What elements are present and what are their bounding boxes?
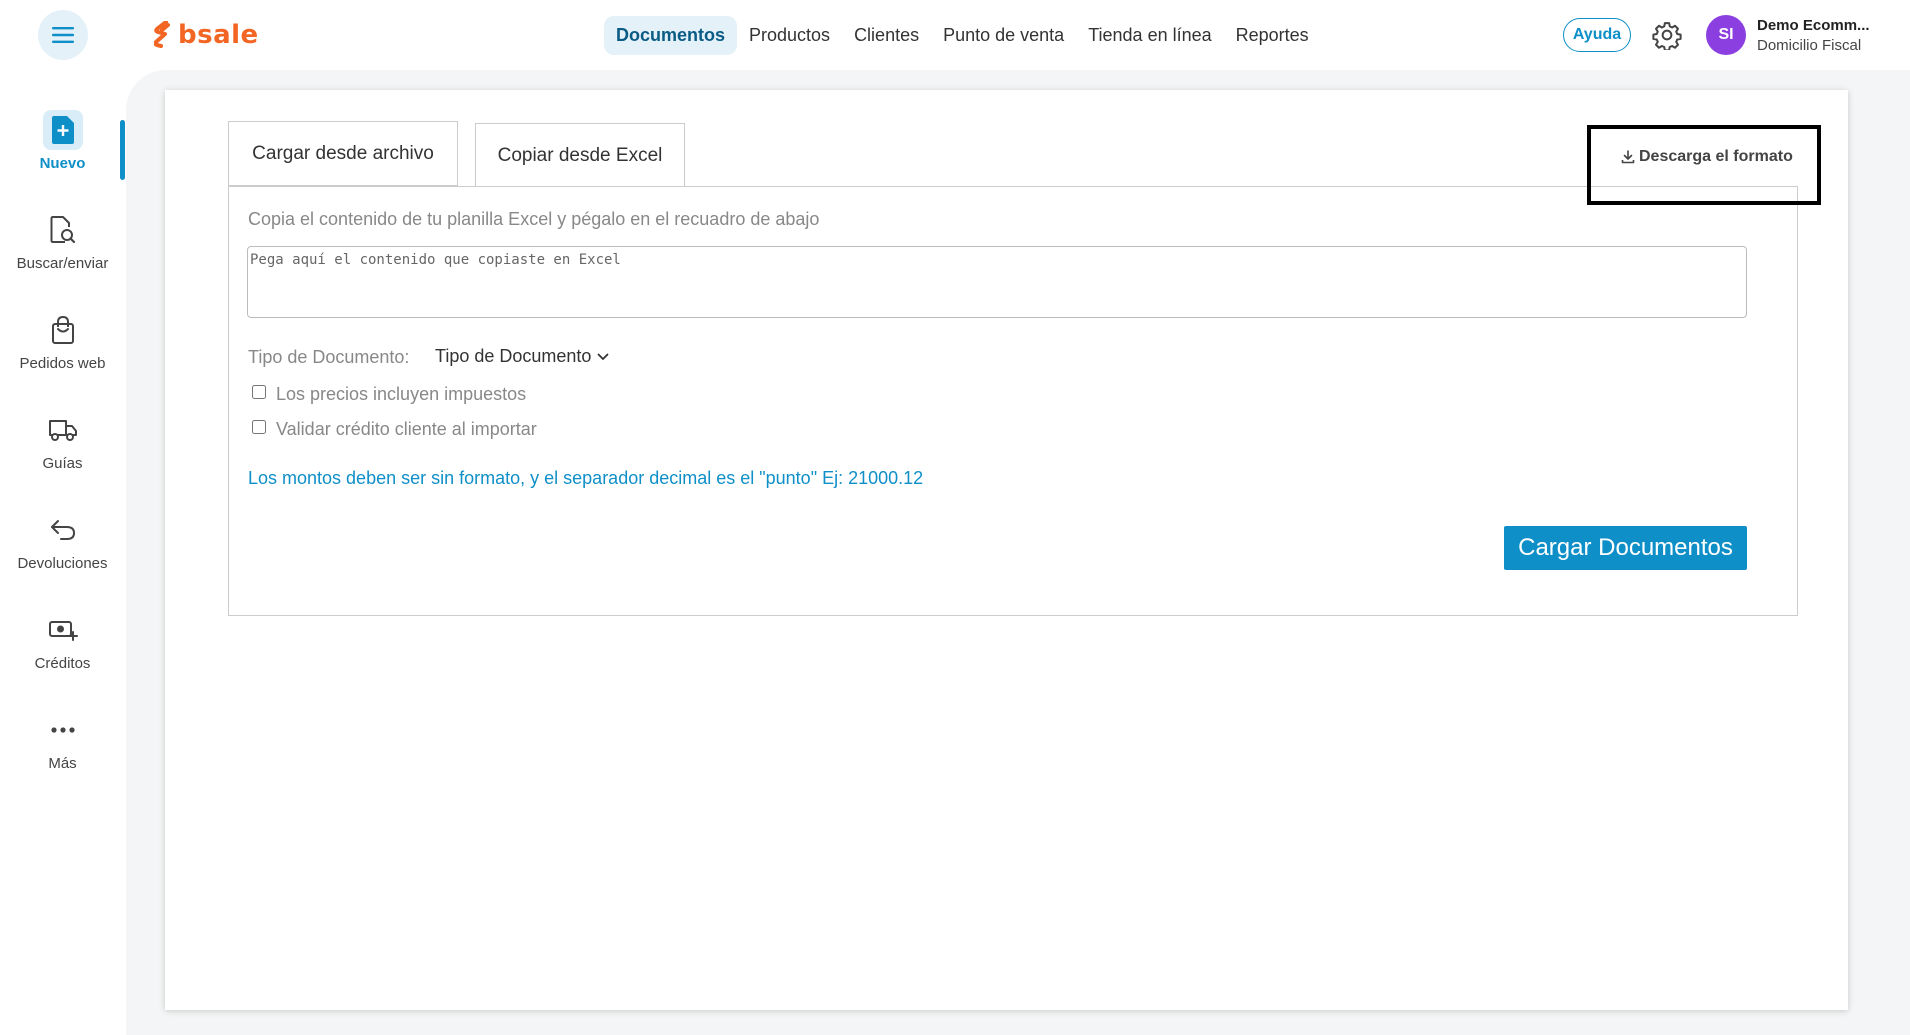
sidebar: Nuevo Buscar/enviar Pedidos web Guías De… (0, 100, 125, 780)
sidebar-item-mas[interactable]: Más (0, 710, 125, 790)
sidebar-item-label: Devoluciones (17, 555, 108, 572)
user-name[interactable]: Demo Ecomm... (1757, 17, 1870, 34)
document-type-value: Tipo de Documento (435, 346, 592, 366)
instructions-text: Copia el contenido de tu planilla Excel … (248, 209, 820, 229)
gear-icon[interactable] (1652, 20, 1682, 50)
validate-credit-checkbox[interactable] (252, 419, 266, 434)
load-documents-button[interactable]: Cargar Documentos (1504, 526, 1747, 570)
top-bar: bsale Documentos Productos Clientes Punt… (0, 0, 1910, 70)
tab-copiar-desde-excel[interactable]: Copiar desde Excel (475, 123, 685, 187)
help-button[interactable]: Ayuda (1563, 18, 1631, 52)
shopping-bag-icon (43, 310, 83, 350)
document-type-label: Tipo de Documento: (248, 347, 410, 367)
brand-logo[interactable]: bsale (154, 20, 259, 50)
excel-paste-textarea[interactable] (247, 246, 1747, 318)
sidebar-item-buscar-enviar[interactable]: Buscar/enviar (0, 210, 125, 290)
sidebar-item-label: Más (48, 755, 77, 772)
hamburger-icon (52, 27, 74, 43)
format-note: Los montos deben ser sin formato, y el s… (248, 468, 924, 488)
tab-cargar-desde-archivo[interactable]: Cargar desde archivo (228, 121, 458, 186)
nav-punto-de-venta[interactable]: Punto de venta (931, 16, 1076, 55)
import-card: Cargar desde archivo Copiar desde Excel … (165, 90, 1848, 1010)
return-arrow-icon (43, 510, 83, 550)
user-avatar[interactable]: SI (1706, 15, 1746, 55)
taxes-included-option[interactable]: Los precios incluyen impuestos (252, 384, 526, 405)
sidebar-item-creditos[interactable]: Créditos (0, 610, 125, 690)
sidebar-item-label: Créditos (34, 655, 91, 672)
download-format-label: Descarga el formato (1639, 148, 1793, 165)
user-subtitle: Domicilio Fiscal (1757, 37, 1862, 54)
bsale-logo-icon (154, 21, 170, 48)
taxes-included-checkbox[interactable] (252, 384, 266, 399)
nav-documentos[interactable]: Documentos (604, 15, 738, 55)
validate-credit-label: Validar crédito cliente al importar (276, 419, 537, 439)
nav-clientes[interactable]: Clientes (842, 16, 931, 55)
nav-reportes[interactable]: Reportes (1224, 16, 1321, 55)
sidebar-item-devoluciones[interactable]: Devoluciones (0, 510, 125, 590)
sidebar-item-nuevo[interactable]: Nuevo (0, 110, 125, 190)
sidebar-item-label: Guías (42, 455, 83, 472)
sidebar-item-label: Nuevo (39, 155, 86, 172)
brand-name: bsale (178, 20, 259, 50)
validate-credit-option[interactable]: Validar crédito cliente al importar (252, 419, 537, 440)
nav-productos[interactable]: Productos (737, 16, 842, 55)
new-document-icon (42, 110, 83, 150)
money-plus-icon (43, 610, 83, 650)
sidebar-item-pedidos-web[interactable]: Pedidos web (0, 310, 125, 390)
active-indicator (120, 120, 125, 180)
sidebar-item-label: Buscar/enviar (16, 255, 109, 272)
more-dots-icon (43, 710, 83, 750)
download-icon (1621, 150, 1635, 164)
sidebar-item-guias[interactable]: Guías (0, 410, 125, 490)
truck-icon (43, 410, 83, 450)
search-document-icon (43, 210, 83, 250)
menu-button[interactable] (38, 10, 88, 60)
document-type-dropdown[interactable]: Tipo de Documento (435, 346, 609, 367)
sidebar-item-label: Pedidos web (19, 355, 106, 372)
chevron-down-icon (598, 353, 609, 360)
download-format-link[interactable]: Descarga el formato (1621, 148, 1793, 166)
taxes-included-label: Los precios incluyen impuestos (276, 384, 527, 404)
main-nav: Documentos Productos Clientes Punto de v… (604, 15, 1321, 55)
nav-tienda-en-linea[interactable]: Tienda en línea (1076, 16, 1223, 55)
